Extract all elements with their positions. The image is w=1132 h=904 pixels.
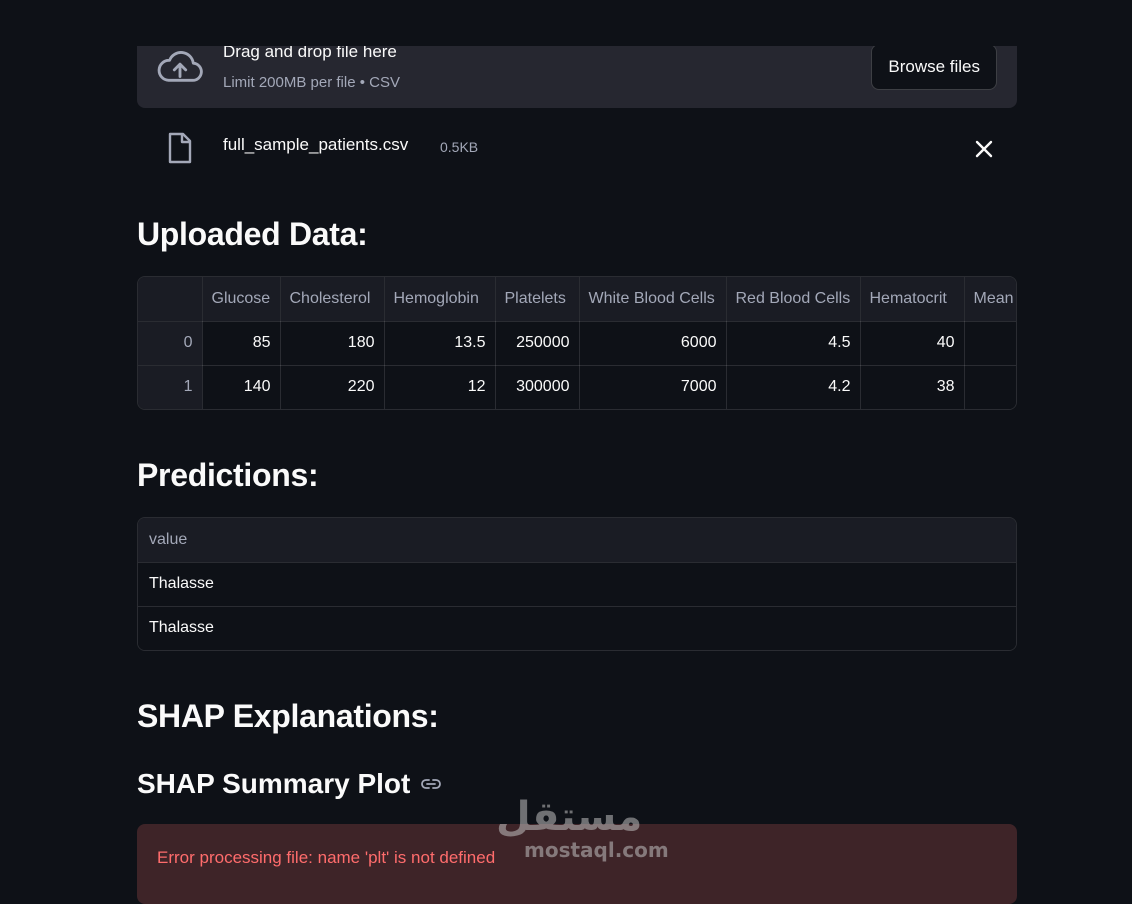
table-cell[interactable]: 13.5 [384,321,496,366]
column-header[interactable]: value [138,518,1016,563]
table-row: 1 140 220 12 300000 7000 4.2 38 [138,365,1016,409]
table-cell[interactable]: 4.2 [726,365,861,409]
uploaded-file-row: full_sample_patients.csv 0.5KB [137,124,1017,174]
table-row: 0 85 180 13.5 250000 6000 4.5 40 [138,321,1016,366]
uploaded-data-heading: Uploaded Data: [137,216,368,252]
error-message: Error processing file: name 'plt' is not… [157,848,496,867]
table-row: Thalasse [138,606,1016,650]
file-size: 0.5KB [440,139,479,155]
column-header[interactable]: White Blood Cells [579,277,727,322]
link-icon[interactable] [420,776,442,792]
table-cell[interactable]: 250000 [495,321,580,366]
table-cell[interactable]: 220 [280,365,385,409]
table-cell[interactable] [964,365,1016,409]
table-cell[interactable]: 12 [384,365,496,409]
table-cell[interactable]: 7000 [579,365,727,409]
column-header[interactable] [138,277,203,322]
table-cell[interactable]: 300000 [495,365,580,409]
predictions-heading: Predictions: [137,457,319,493]
column-header[interactable]: Red Blood Cells [726,277,861,322]
column-header[interactable]: Mean [964,277,1016,322]
browse-files-button[interactable]: Browse files [871,44,997,90]
shap-summary-title: SHAP Summary Plot [137,768,411,799]
cloud-upload-icon [157,51,203,82]
header-mask [0,0,1132,46]
shap-summary-heading: SHAP Summary Plot [137,768,442,800]
table-cell[interactable]: 85 [202,321,281,366]
column-header[interactable]: Hematocrit [860,277,965,322]
table-cell[interactable] [964,321,1016,366]
table-cell[interactable]: 40 [860,321,965,366]
table-header-row: value [138,518,1016,563]
file-icon [168,132,192,164]
uploaded-data-table[interactable]: Glucose Cholesterol Hemoglobin Platelets… [137,276,1017,410]
table-header-row: Glucose Cholesterol Hemoglobin Platelets… [138,277,1016,322]
column-header[interactable]: Platelets [495,277,580,322]
row-index: 1 [138,365,203,409]
predictions-table[interactable]: value Thalasse Thalasse [137,517,1017,651]
column-header[interactable]: Glucose [202,277,281,322]
error-alert: Error processing file: name 'plt' is not… [137,824,1017,904]
close-icon[interactable] [973,138,995,160]
table-cell[interactable]: 6000 [579,321,727,366]
table-cell[interactable]: 140 [202,365,281,409]
table-row: Thalasse [138,562,1016,607]
dropzone-limit: Limit 200MB per file • CSV [223,74,400,91]
shap-heading: SHAP Explanations: [137,698,439,734]
table-cell[interactable]: Thalasse [138,606,1016,650]
table-cell[interactable]: 4.5 [726,321,861,366]
row-index: 0 [138,321,203,366]
file-name: full_sample_patients.csv [223,135,409,154]
table-cell[interactable]: 38 [860,365,965,409]
column-header[interactable]: Cholesterol [280,277,385,322]
table-cell[interactable]: 180 [280,321,385,366]
table-cell[interactable]: Thalasse [138,562,1016,607]
column-header[interactable]: Hemoglobin [384,277,496,322]
